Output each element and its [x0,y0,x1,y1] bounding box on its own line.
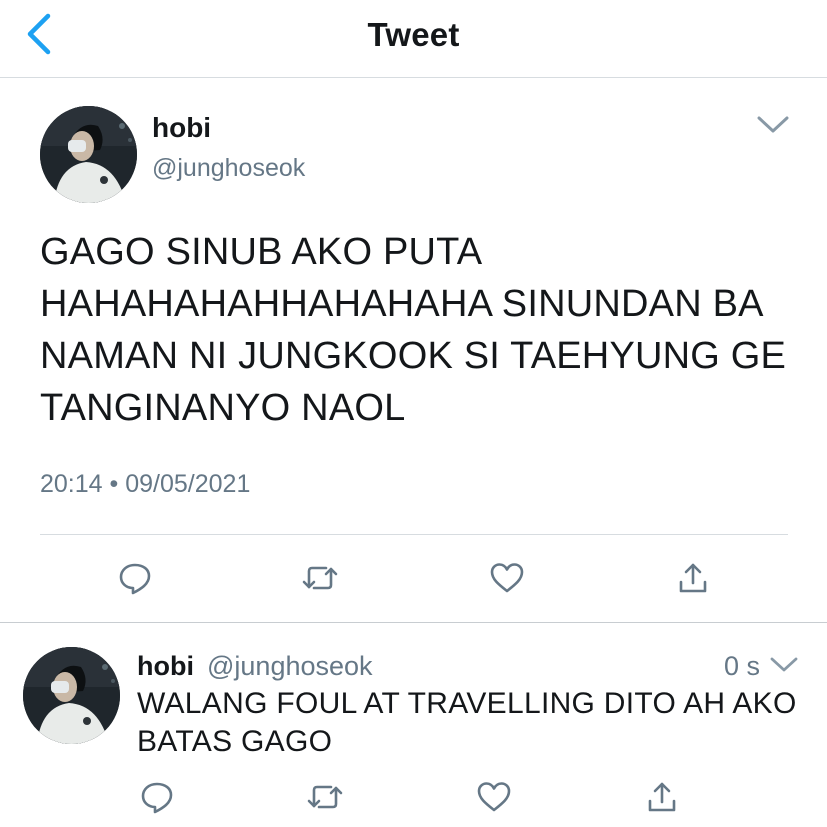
divider [0,622,827,623]
like-button[interactable] [472,777,516,817]
tweet-menu-button[interactable] [755,112,791,136]
reply-icon [141,782,173,814]
like-icon [477,782,511,812]
reply-author-name[interactable]: hobi [137,651,194,682]
header-bar: Tweet [0,0,827,78]
author-handle[interactable]: @junghoseok [152,154,305,183]
like-icon [490,563,524,593]
reply-button[interactable] [113,558,157,598]
share-button[interactable] [640,777,684,817]
meta-separator: • [109,470,119,498]
tweet-time: 20:14 [40,470,103,498]
tweet-text: GAGO SINUB AKO PUTA HAHAHAHAHHAHAHAHA SI… [40,231,787,429]
reply-text: WALANG FOUL AT TRAVELLING DITO AH AKO BA… [137,687,797,758]
reply-menu-button[interactable] [769,654,799,676]
page-title: Tweet [367,16,460,53]
retweet-icon [307,785,343,809]
chevron-down-icon [757,116,789,133]
author-name[interactable]: hobi [152,112,211,144]
chevron-down-icon [770,657,798,672]
share-icon [648,782,676,812]
share-button[interactable] [671,558,715,598]
like-button[interactable] [485,558,529,598]
retweet-button[interactable] [298,558,342,598]
share-icon [679,563,707,593]
divider [40,534,788,535]
avatar[interactable] [40,106,137,203]
retweet-icon [302,566,338,590]
avatar[interactable] [23,647,120,744]
retweet-button[interactable] [303,777,347,817]
tweet-timestamp: 20:14 • 09/05/2021 [40,470,250,499]
reply-timestamp: 0 s [724,651,761,681]
reply-icon [119,563,151,595]
tweet-date: 09/05/2021 [125,470,251,498]
reply-author-handle[interactable]: @junghoseok [207,651,373,682]
reply-button[interactable] [135,777,179,817]
